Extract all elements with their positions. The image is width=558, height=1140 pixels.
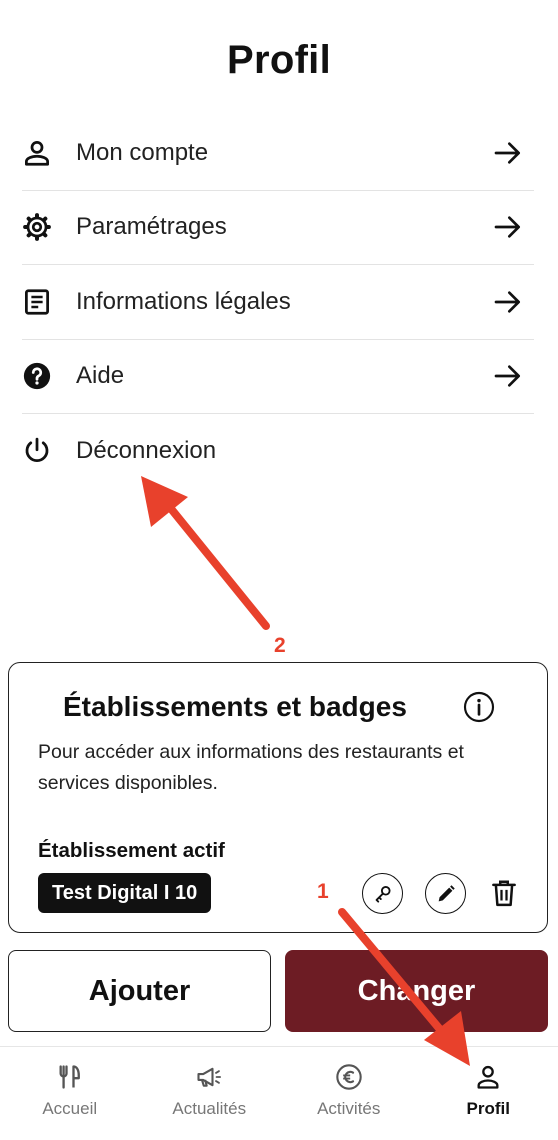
tab-profil[interactable]: Profil — [419, 1047, 558, 1140]
menu-item-label: Informations légales — [76, 287, 291, 315]
menu-item-label: Mon compte — [76, 138, 209, 166]
cutlery-icon — [59, 1065, 80, 1089]
key-icon — [375, 885, 391, 903]
arrow-right-icon — [494, 142, 520, 164]
edit-button[interactable] — [425, 873, 466, 914]
bottom-tab-bar: Accueil Actualités Activités Profil — [0, 1046, 558, 1140]
user-icon — [22, 137, 54, 169]
tab-actualites[interactable]: Actualités — [140, 1047, 280, 1140]
card-description: Pour accéder aux informations des restau… — [38, 741, 464, 794]
key-button[interactable] — [362, 873, 403, 914]
arrow-right-icon — [494, 216, 520, 238]
page-title: Profil — [226, 38, 332, 82]
menu-item-deconnexion[interactable]: Déconnexion — [22, 414, 534, 489]
active-establishment-badge: Test Digital I 10 — [38, 873, 212, 913]
power-icon — [22, 435, 54, 467]
menu-item-label: Paramétrages — [76, 213, 227, 241]
establishments-card: Établissements et badges Pour accéder au… — [8, 662, 548, 933]
tab-accueil[interactable]: Accueil — [0, 1047, 140, 1140]
menu-item-aide[interactable]: Aide — [22, 340, 534, 414]
annotation-label-1: 1 — [317, 880, 329, 903]
tab-activites[interactable]: Activités — [279, 1047, 419, 1140]
annotation-label-2: 2 — [274, 634, 286, 657]
tab-label: Accueil — [42, 1099, 98, 1118]
card-title: Établissements et badges — [63, 691, 407, 722]
help-icon — [22, 360, 54, 392]
user-icon — [477, 1065, 499, 1089]
annotation-arrow-2 — [141, 476, 270, 630]
pencil-icon — [438, 884, 455, 901]
tab-label: Actualités — [172, 1099, 247, 1118]
menu-item-mon-compte[interactable]: Mon compte — [22, 116, 534, 191]
arrow-right-icon — [494, 365, 520, 387]
tab-label: Activités — [317, 1099, 381, 1118]
gear-icon — [22, 211, 54, 243]
document-icon — [22, 286, 54, 318]
menu-item-label: Aide — [76, 362, 125, 390]
euro-icon — [336, 1064, 362, 1090]
menu-item-label: Déconnexion — [76, 437, 217, 465]
megaphone-icon — [197, 1067, 222, 1087]
menu-item-informations-legales[interactable]: Informations légales — [22, 265, 534, 340]
menu-item-parametrages[interactable]: Paramétrages — [22, 191, 534, 265]
trash-icon[interactable] — [489, 877, 519, 909]
change-button[interactable]: Changer — [285, 950, 548, 1032]
info-icon[interactable] — [463, 691, 495, 723]
add-button[interactable]: Ajouter — [8, 950, 271, 1032]
active-establishment-label: Établissement actif — [38, 839, 225, 862]
tab-label: Profil — [466, 1099, 510, 1118]
arrow-right-icon — [494, 291, 520, 313]
profile-menu: Mon compte Paramétrages Informations lég… — [22, 116, 534, 489]
